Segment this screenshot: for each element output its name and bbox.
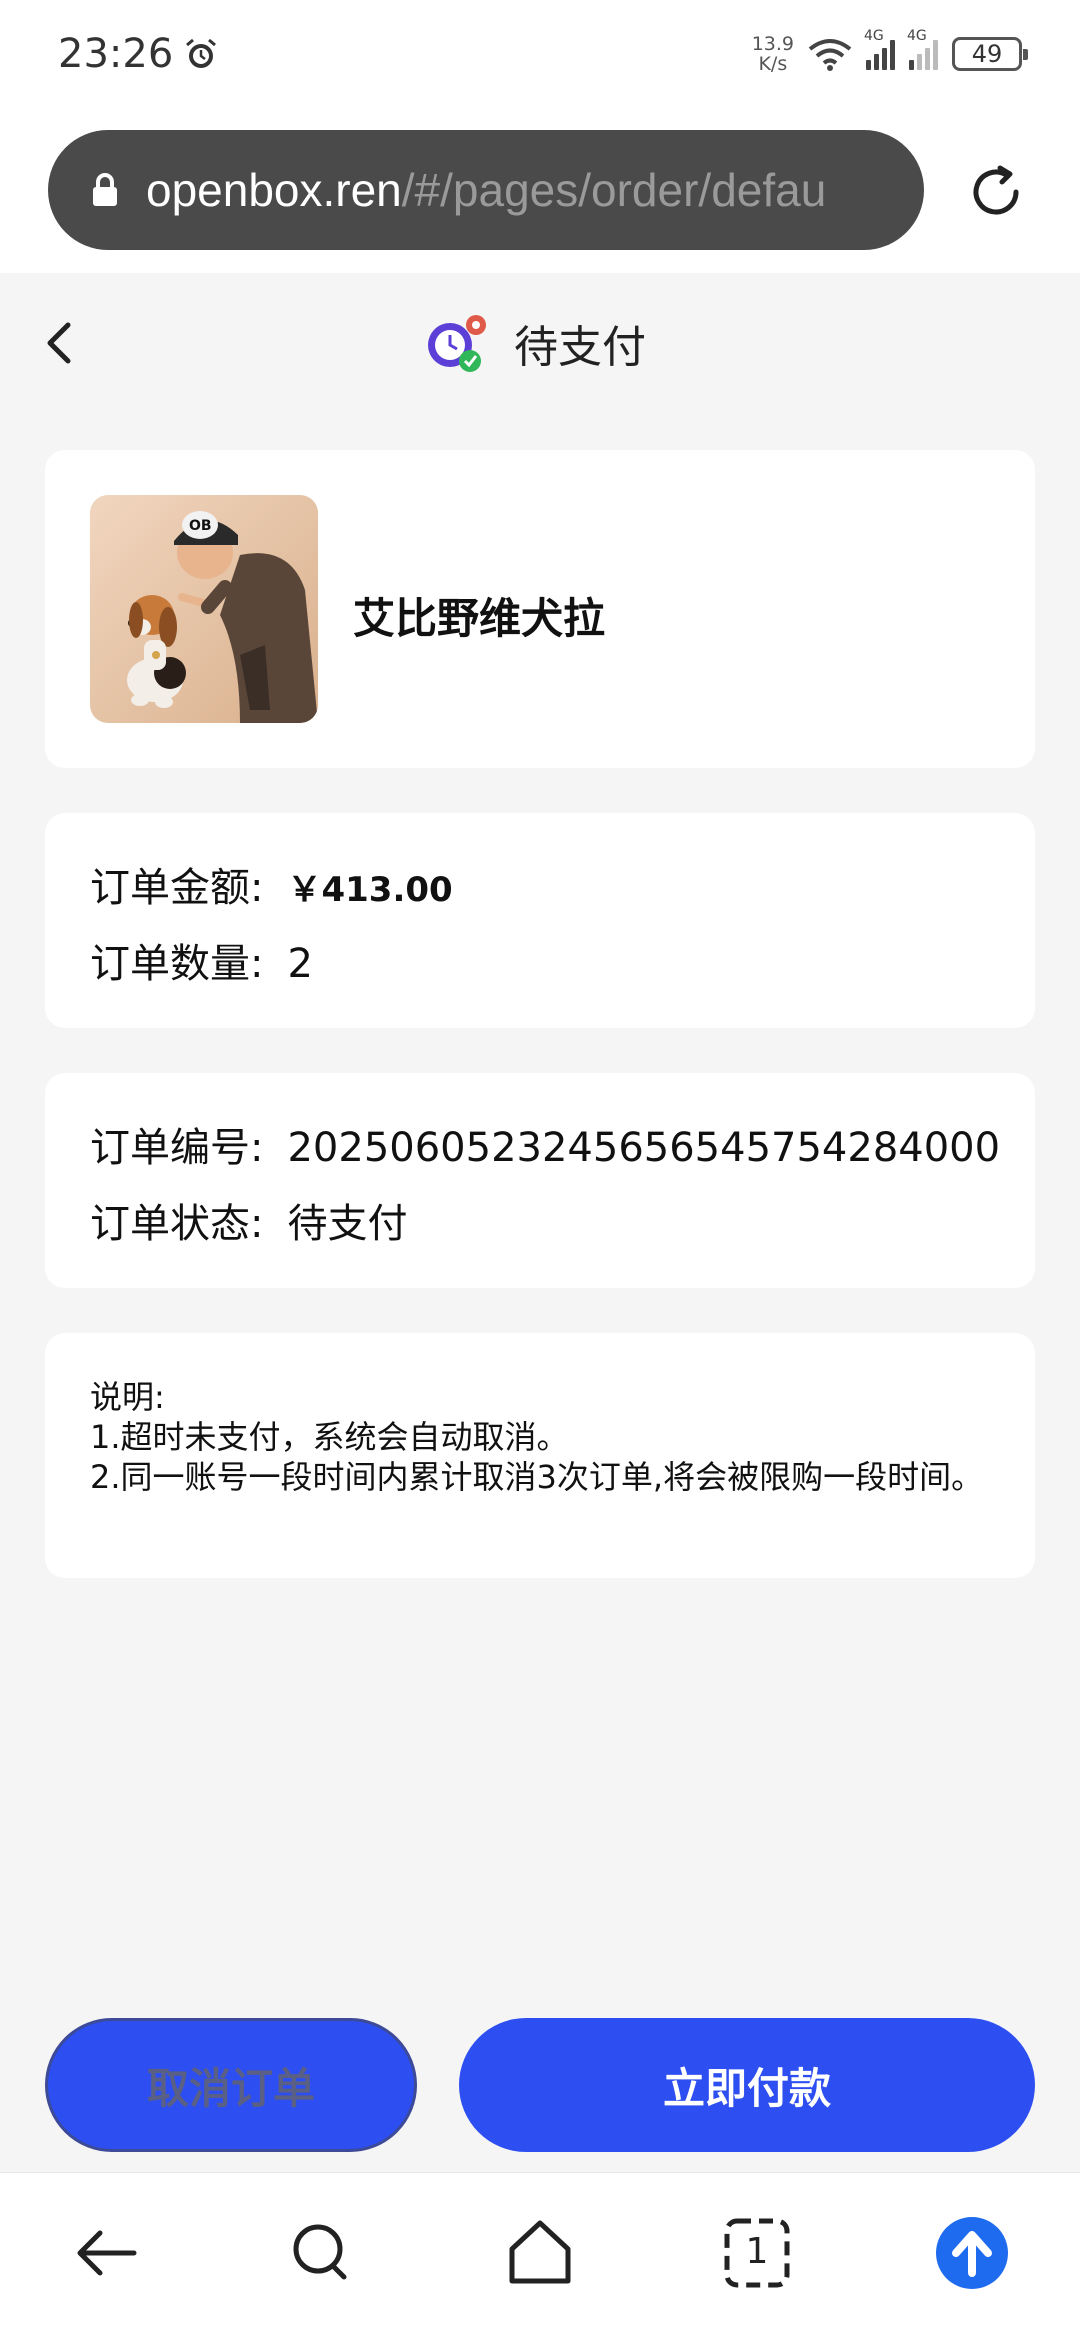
- order-info-card: 订单编号: 20250605232456565457542840​00 订单状态…: [45, 1073, 1035, 1288]
- product-image: OB: [90, 495, 318, 723]
- upload-arrow-icon[interactable]: [932, 2213, 1012, 2293]
- chevron-left-icon[interactable]: [30, 313, 90, 373]
- order-amount-value: ￥413.00: [287, 870, 453, 910]
- page-header: 待支付: [0, 273, 1080, 413]
- clock-gear-check-icon: [428, 315, 486, 372]
- order-number-value: 20250605232456565457542840​00: [287, 1125, 1001, 1171]
- notice-line-2: 2.同一账号一段时间内累计取消3次订单,将会被限购一段时间。: [90, 1458, 984, 1496]
- order-quantity-value: 2: [287, 941, 313, 987]
- home-icon[interactable]: [500, 2213, 580, 2293]
- status-left: 23:26: [58, 31, 219, 77]
- sim1-label: 4G: [864, 28, 884, 44]
- alarm-clock-icon: [186, 38, 217, 68]
- reload-icon[interactable]: [964, 160, 1028, 224]
- order-quantity-row: 订单数量: 2: [90, 931, 313, 989]
- order-status-row: 订单状态: 待支付: [90, 1191, 407, 1249]
- order-amount-row: 订单金额: ￥413.00: [90, 855, 453, 913]
- product-name: 艾比野维犬拉: [353, 594, 606, 643]
- page-title: 待支付: [514, 322, 646, 373]
- notice-card: 说明: 1.超时未支付，系统会自动取消。 2.同一账号一段时间内累计取消3次订单…: [45, 1333, 1035, 1578]
- order-number-row: 订单编号: 20250605232456565457542840​00: [90, 1115, 1000, 1173]
- order-status-value: 待支付: [287, 1201, 408, 1247]
- battery-icon: 49: [952, 37, 1028, 71]
- pay-now-button[interactable]: 立即付款: [459, 2018, 1035, 2152]
- product-illustration: OB: [90, 495, 318, 723]
- browser-bottom-nav: 1: [0, 2172, 1080, 2340]
- cancel-order-button[interactable]: 取消订单: [45, 2018, 417, 2152]
- net-speed-value: 13.9: [751, 33, 794, 55]
- order-number-label: 订单编号:: [90, 1125, 264, 1171]
- status-bar: 23:26 13.9 K/s 4G 4G 49: [0, 0, 1080, 108]
- url-text: openbox.ren/#/pages/order/defau: [146, 163, 826, 217]
- sim2-label: 4G: [907, 28, 927, 44]
- product-card: OB 艾比野维犬拉: [45, 450, 1035, 768]
- browser-toolbar: openbox.ren/#/pages/order/defau: [0, 108, 1080, 273]
- status-right: 13.9 K/s 4G 4G 49: [752, 28, 1028, 74]
- net-speed: 13.9 K/s: [752, 34, 794, 74]
- order-quantity-label: 订单数量:: [90, 941, 264, 987]
- notice-title: 说明:: [90, 1378, 165, 1416]
- wifi-icon: [808, 39, 852, 71]
- lock-icon: [93, 173, 117, 206]
- battery-level: 49: [971, 40, 1003, 68]
- url-path: /#/pages/order/defau: [401, 164, 827, 216]
- order-amount-card: 订单金额: ￥413.00 订单数量: 2: [45, 813, 1035, 1028]
- notice-line-1: 1.超时未支付，系统会自动取消。: [90, 1418, 569, 1456]
- header-title-group: 待支付: [420, 305, 646, 381]
- order-status-label: 订单状态:: [90, 1201, 264, 1247]
- url-host: openbox.ren: [146, 164, 402, 216]
- search-icon[interactable]: [282, 2213, 362, 2293]
- notice-text: 说明: 1.超时未支付，系统会自动取消。 2.同一账号一段时间内累计取消3次订单…: [90, 1377, 990, 1497]
- signal-sim1-icon: 4G: [864, 28, 895, 70]
- net-speed-unit: K/s: [758, 53, 788, 75]
- signal-sim2-icon: 4G: [907, 28, 938, 70]
- tabs-button[interactable]: 1: [717, 2213, 797, 2293]
- cap-logo-text: OB: [189, 518, 212, 534]
- address-bar[interactable]: openbox.ren/#/pages/order/defau: [48, 130, 924, 250]
- clock-time: 23:26: [58, 31, 174, 77]
- back-arrow-icon[interactable]: [68, 2213, 148, 2293]
- order-amount-label: 订单金额:: [90, 865, 264, 911]
- tabs-count: 1: [745, 2231, 769, 2272]
